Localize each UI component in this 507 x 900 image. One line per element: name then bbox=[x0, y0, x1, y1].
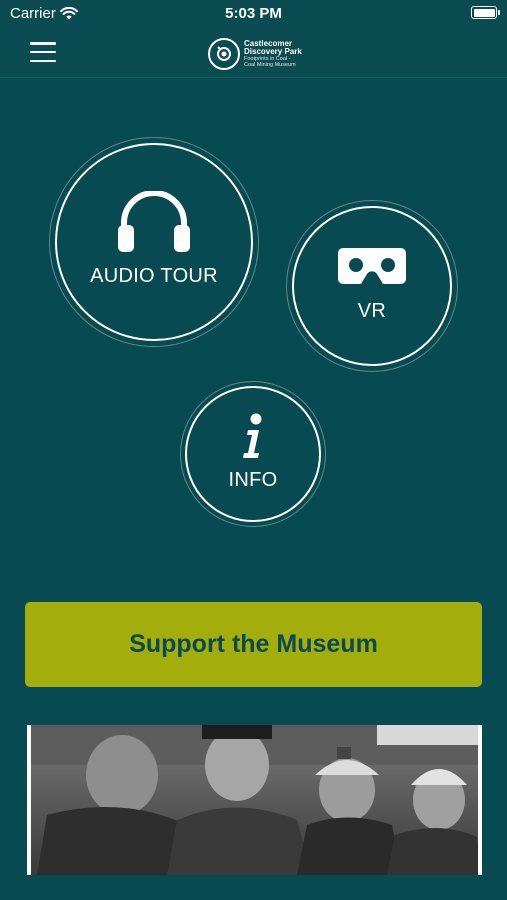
battery-icon bbox=[471, 6, 500, 19]
audio-tour-ring: AUDIO TOUR bbox=[55, 143, 253, 341]
logo-text: Castlecomer Discovery Park Footprints in… bbox=[244, 39, 302, 69]
info-button[interactable]: INFO bbox=[180, 381, 326, 527]
logo-subtitle-line2: Coal Mining Museum bbox=[244, 62, 296, 68]
info-label: INFO bbox=[228, 468, 278, 491]
menu-line bbox=[30, 59, 56, 62]
status-time: 5:03 PM bbox=[225, 5, 282, 22]
audio-tour-button[interactable]: AUDIO TOUR bbox=[49, 137, 259, 347]
logo-title-line2: Discovery Park bbox=[244, 46, 302, 56]
hamburger-menu-button[interactable] bbox=[30, 42, 56, 62]
miners-photo-image bbox=[27, 725, 482, 875]
miners-photo bbox=[27, 725, 482, 875]
museum-logo: Castlecomer Discovery Park Footprints in… bbox=[208, 36, 302, 72]
headphones-icon bbox=[118, 190, 190, 252]
menu-line bbox=[30, 50, 56, 54]
vr-label: VR bbox=[357, 299, 387, 322]
info-ring: INFO bbox=[185, 386, 321, 522]
audio-tour-label: AUDIO TOUR bbox=[90, 264, 218, 287]
nav-bar: Castlecomer Discovery Park Footprints in… bbox=[0, 28, 507, 78]
logo-emblem-icon bbox=[208, 38, 240, 70]
info-icon bbox=[243, 413, 262, 458]
menu-line bbox=[30, 42, 56, 45]
vr-button[interactable]: VR bbox=[286, 200, 458, 372]
vr-ring: VR bbox=[292, 206, 452, 366]
vr-headset-icon bbox=[338, 247, 406, 284]
status-bar: Carrier 5:03 PM bbox=[0, 0, 507, 28]
support-museum-button[interactable]: Support the Museum bbox=[25, 602, 482, 687]
